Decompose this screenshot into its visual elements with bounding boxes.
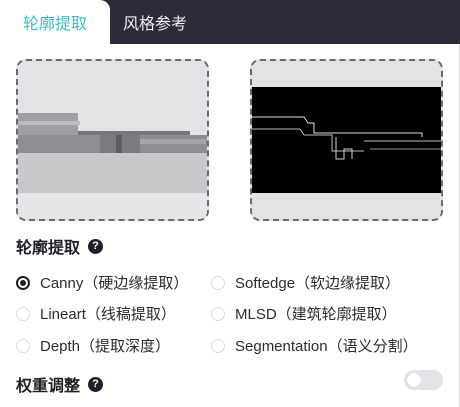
option-segmentation-label: Segmentation（语义分割） [235, 338, 418, 355]
edge-map-preview-slot [250, 59, 443, 221]
toggle-knob [407, 373, 421, 387]
radio-icon[interactable] [16, 306, 30, 321]
option-canny-label: Canny（硬边缘提取） [40, 275, 189, 292]
option-canny[interactable]: Canny（硬边缘提取） [16, 272, 188, 293]
option-mlsd-label: MLSD（建筑轮廓提取） [235, 306, 397, 323]
contour-section-header: 轮廓提取 ? [16, 234, 104, 258]
radio-icon[interactable] [16, 338, 30, 353]
contour-section-title: 轮廓提取 [16, 240, 81, 257]
tab-bar: 轮廓提取 风格参考 [0, 0, 460, 44]
radio-icon[interactable] [211, 306, 225, 321]
controlnet-panel: 轮廓提取 风格参考 轮廓提取 ? Canny（硬边缘提取） Softedge（软… [0, 0, 460, 407]
option-depth[interactable]: Depth（提取深度） [16, 335, 170, 356]
help-icon[interactable]: ? [88, 238, 104, 254]
radio-icon[interactable] [211, 275, 225, 290]
option-softedge-label: Softedge（软边缘提取） [235, 275, 401, 292]
option-softedge[interactable]: Softedge（软边缘提取） [211, 272, 400, 293]
weight-section-title: 权重调整 [16, 378, 81, 395]
tab-style-reference[interactable]: 风格参考 [110, 0, 200, 44]
radio-icon[interactable] [211, 338, 225, 353]
reference-image-slot[interactable] [16, 59, 209, 221]
option-depth-label: Depth（提取深度） [40, 338, 171, 355]
radio-checked-icon[interactable] [16, 275, 30, 290]
edge-map-icon [252, 61, 441, 219]
help-icon[interactable]: ? [88, 376, 104, 392]
weight-toggle-switch[interactable] [404, 370, 443, 390]
option-lineart-label: Lineart（线稿提取） [40, 306, 176, 323]
weight-section-header: 权重调整 ? [16, 372, 104, 396]
option-mlsd[interactable]: MLSD（建筑轮廓提取） [211, 303, 397, 324]
option-lineart[interactable]: Lineart（线稿提取） [16, 303, 176, 324]
option-segmentation[interactable]: Segmentation（语义分割） [211, 335, 418, 356]
reference-photo [18, 61, 207, 219]
tab-contour-extraction[interactable]: 轮廓提取 [0, 0, 110, 44]
